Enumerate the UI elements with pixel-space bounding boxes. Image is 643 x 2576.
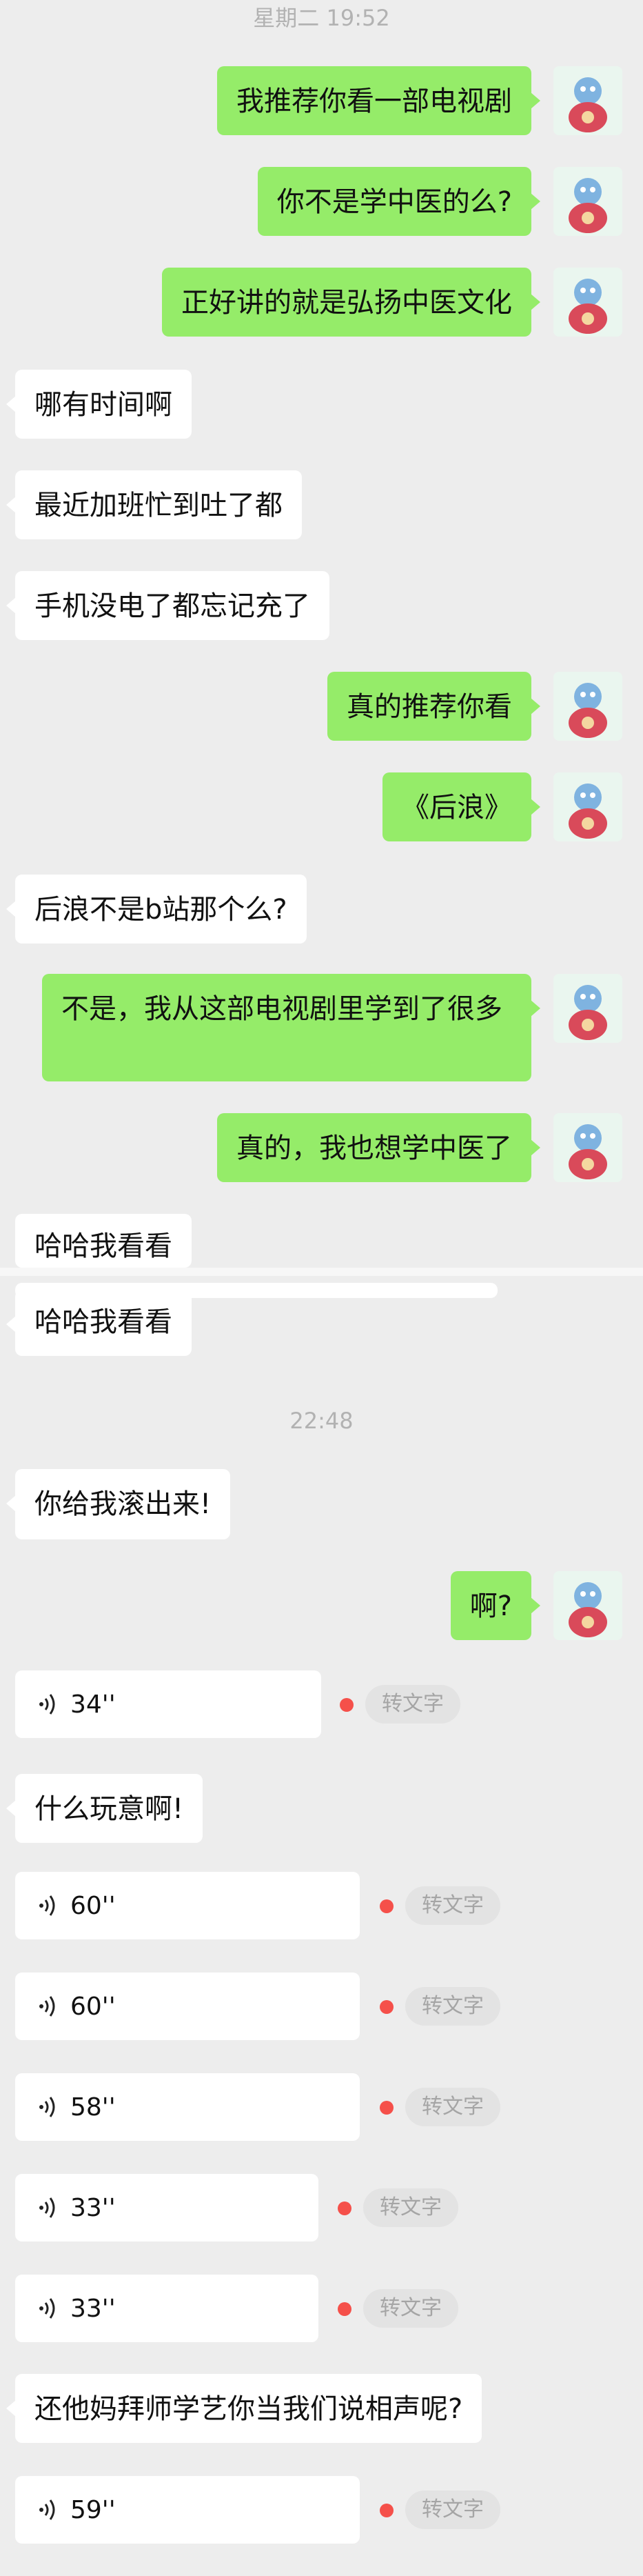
- voice-wave-icon: [39, 2298, 55, 2319]
- avatar-icon[interactable]: [553, 1571, 622, 1640]
- voice-duration: 34'': [70, 1690, 116, 1719]
- message-sent[interactable]: 真的推荐你看: [327, 672, 540, 741]
- unread-dot: [340, 1698, 354, 1712]
- voice-duration: 59'': [70, 2495, 116, 2524]
- voice-duration: 33'': [70, 2193, 116, 2222]
- message-sent[interactable]: 《后浪》: [382, 772, 540, 841]
- to-text-button[interactable]: 转文字: [363, 2289, 458, 2328]
- voice-message[interactable]: 60'': [15, 1973, 360, 2040]
- to-text-button[interactable]: 转文字: [365, 1685, 460, 1724]
- voice-message[interactable]: 34'': [15, 1670, 321, 1738]
- voice-duration: 33'': [70, 2294, 116, 2323]
- timestamp: 星期二 19:52: [253, 5, 390, 31]
- voice-message[interactable]: 33'': [15, 2275, 318, 2342]
- avatar-icon[interactable]: [553, 772, 622, 841]
- message-sent[interactable]: 真的，我也想学中医了: [217, 1113, 540, 1182]
- message-received[interactable]: 什么玩意啊!: [6, 1774, 203, 1843]
- message-received[interactable]: 最近加班忙到吐了都: [6, 470, 302, 539]
- to-text-button[interactable]: 转文字: [405, 1987, 500, 2026]
- to-text-button[interactable]: 转文字: [405, 2088, 500, 2126]
- avatar-icon[interactable]: [553, 1113, 622, 1182]
- message-sent[interactable]: 啊?: [450, 1571, 541, 1640]
- voice-wave-icon: [39, 1694, 55, 1715]
- voice-wave-icon: [39, 1996, 55, 2017]
- to-text-button[interactable]: 转文字: [363, 2188, 458, 2227]
- message-received[interactable]: 后浪不是b站那个么?: [6, 875, 307, 943]
- voice-message[interactable]: 59'': [15, 2476, 360, 2544]
- message-received[interactable]: 哈哈我看看: [6, 1290, 192, 1356]
- avatar-icon[interactable]: [553, 167, 622, 236]
- message-received[interactable]: 手机没电了都忘记充了: [6, 571, 329, 640]
- voice-wave-icon: [39, 2097, 55, 2117]
- voice-wave-icon: [39, 2197, 55, 2218]
- avatar-icon[interactable]: [553, 268, 622, 337]
- voice-message[interactable]: 60'': [15, 1872, 360, 1939]
- timestamp: 22:48: [289, 1408, 354, 1434]
- unread-dot: [338, 2201, 351, 2215]
- voice-message[interactable]: 33'': [15, 2174, 318, 2241]
- message-sent[interactable]: 不是，我从这部电视剧里学到了很多: [42, 974, 540, 1081]
- message-sent[interactable]: 正好讲的就是弘扬中医文化: [162, 268, 540, 337]
- message-sent[interactable]: 你不是学中医的么?: [257, 167, 541, 236]
- voice-duration: 58'': [70, 2093, 116, 2121]
- unread-dot: [338, 2302, 351, 2316]
- voice-wave-icon: [39, 2499, 55, 2520]
- unread-dot: [380, 2101, 394, 2115]
- unread-dot: [380, 2504, 394, 2517]
- unread-dot: [380, 1899, 394, 1913]
- voice-message[interactable]: 58'': [15, 2073, 360, 2141]
- avatar-icon[interactable]: [553, 672, 622, 741]
- message-received[interactable]: 还他妈拜师学艺你当我们说相声呢?: [6, 2374, 482, 2443]
- message-sent[interactable]: 我推荐你看一部电视剧: [217, 66, 540, 135]
- unread-dot: [380, 2000, 394, 2014]
- voice-wave-icon: [39, 1895, 55, 1916]
- message-received[interactable]: 你给我滚出来!: [6, 1469, 231, 1539]
- voice-duration: 60'': [70, 1891, 116, 1920]
- message-received[interactable]: 哪有时间啊: [6, 370, 192, 439]
- voice-duration: 60'': [70, 1992, 116, 2021]
- screenshot-divider: [0, 1268, 643, 1276]
- avatar-icon[interactable]: [553, 974, 622, 1043]
- message-received[interactable]: 哈哈我看看: [15, 1214, 192, 1268]
- to-text-button[interactable]: 转文字: [405, 1886, 500, 1925]
- avatar-icon[interactable]: [553, 66, 622, 135]
- to-text-button[interactable]: 转文字: [405, 2490, 500, 2529]
